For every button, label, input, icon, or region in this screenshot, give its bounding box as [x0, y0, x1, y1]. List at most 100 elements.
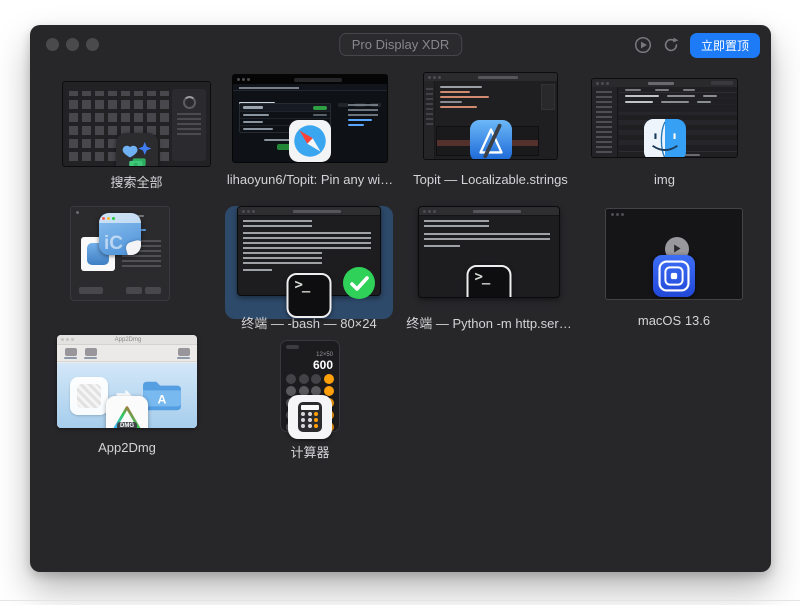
- editor-code-lines: [440, 86, 512, 108]
- url-bar: [294, 78, 342, 82]
- thumbnail-label: App2Dmg: [32, 440, 222, 455]
- terminal-window-preview: >_: [418, 206, 560, 298]
- pin-button[interactable]: 立即置顶: [690, 33, 760, 58]
- bar: [625, 95, 659, 97]
- terminal-icon: >_: [287, 273, 332, 318]
- close-button[interactable]: [46, 38, 59, 51]
- bar: [243, 121, 263, 123]
- site-nav: [233, 84, 387, 91]
- display-selector[interactable]: Pro Display XDR: [339, 33, 463, 56]
- finder-window-preview: [591, 78, 738, 158]
- refresh-icon[interactable]: [662, 36, 681, 55]
- link-bar: [348, 119, 372, 121]
- safari-icon: [289, 120, 331, 163]
- spinner-icon: [183, 96, 196, 109]
- tool-icon: [65, 348, 77, 356]
- file-row: [619, 99, 737, 105]
- bar: [440, 106, 477, 108]
- bar: [667, 95, 695, 97]
- bar: [243, 128, 273, 130]
- icon-titlebar: [99, 213, 141, 223]
- mini-traffic-lights: [611, 213, 614, 216]
- selection-highlight: >_: [225, 206, 393, 319]
- mini-traffic-lights: [237, 78, 240, 81]
- window-thumbnail-finder[interactable]: img: [591, 78, 738, 158]
- bar: [440, 101, 462, 103]
- finder-sidebar: [592, 87, 618, 157]
- xcode-window-preview: [423, 72, 558, 160]
- thumbnail-label: 计算器: [223, 442, 397, 461]
- calc-result: 600: [313, 358, 333, 372]
- text-lines: [426, 85, 433, 125]
- titlebar-actions: 立即置顶: [634, 33, 760, 58]
- window-titlebar: [238, 207, 380, 216]
- mini-traffic-lights: [242, 210, 245, 213]
- link-bar: [348, 124, 364, 126]
- bar: [703, 95, 717, 97]
- search-app-icon: [116, 133, 158, 167]
- window-titlebar: [419, 207, 559, 216]
- bar: [440, 91, 470, 93]
- thumbnail-label: img: [566, 172, 763, 187]
- window-titlebar: App2Dmg: [57, 335, 197, 345]
- red-dot: [102, 217, 105, 220]
- minimize-button[interactable]: [66, 38, 79, 51]
- browser-window-preview: [232, 74, 388, 163]
- nav-links: [239, 86, 299, 89]
- installer-icon: [653, 255, 695, 297]
- window-thumbnail-dialog[interactable]: iC: [70, 206, 170, 301]
- dialog-buttons: [79, 287, 161, 294]
- window-title-bar: [473, 210, 521, 213]
- tool-label-bar: [64, 357, 77, 359]
- calculator-icon-display: [301, 405, 319, 410]
- zoom-button[interactable]: [86, 38, 99, 51]
- bar: [440, 86, 482, 88]
- green-dot: [112, 217, 115, 220]
- window-thumbnail-search-all[interactable]: 搜索全部: [62, 81, 211, 167]
- bar: [655, 89, 669, 91]
- tool-label-bar: [177, 357, 190, 359]
- window-thumbnail-calculator[interactable]: 12×50 600 计算器: [248, 340, 372, 432]
- calculator-icon-keys: [301, 412, 319, 428]
- text-lines: [243, 252, 322, 264]
- window-title-bar: [478, 76, 518, 79]
- page-divider: [0, 600, 800, 601]
- player-window-preview: [605, 208, 743, 300]
- window-thumbnail-xcode[interactable]: Topit — Localizable.strings: [423, 72, 558, 160]
- bar: [440, 96, 489, 98]
- window-app-icon: iC: [99, 213, 141, 255]
- terminal-icon: >_: [467, 265, 512, 298]
- text-lines: [243, 220, 312, 227]
- thumbnail-label: 终端 — Python -m http.ser…: [393, 313, 585, 332]
- mini-traffic-lights: [61, 338, 64, 341]
- text-lines: [424, 243, 460, 247]
- window-thumbnail-terminal-python[interactable]: >_ 终端 — Python -m http.ser…: [418, 206, 560, 298]
- bar: [625, 101, 653, 103]
- window-title-bar: [293, 210, 341, 213]
- window-thumbnail-app2dmg[interactable]: App2Dmg: [57, 335, 197, 428]
- left-button: [79, 287, 103, 294]
- xcode-icon: [470, 120, 512, 160]
- bar: [683, 89, 695, 91]
- icon-grid-window-preview: [62, 81, 211, 167]
- app-dropzone: [70, 377, 108, 415]
- navigator-sidebar: [424, 81, 435, 159]
- mini-traffic-lights: [596, 82, 599, 85]
- calculator-icon: [288, 395, 332, 439]
- terminal-output: [419, 216, 559, 251]
- window-title: App2Dmg: [76, 335, 180, 345]
- window-thumbnail-terminal-bash[interactable]: >_ 终端 — -bash — 80×24: [225, 197, 393, 319]
- bar: [243, 114, 269, 116]
- thumbnail-label: Topit — Localizable.strings: [398, 172, 583, 187]
- thumbnail-label: macOS 13.6: [580, 313, 768, 328]
- text-lines: [424, 220, 489, 227]
- window-thumbnail-safari[interactable]: lihaoyun6/Topit: Pin any wi…: [232, 74, 388, 163]
- terminal-prompt-glyph: >_: [295, 277, 310, 293]
- text-lines: [424, 230, 550, 240]
- play-circle-icon[interactable]: [634, 36, 653, 55]
- window-titlebar: [424, 73, 557, 81]
- window-thumbnail-macos-installer[interactable]: macOS 13.6: [605, 208, 743, 300]
- svg-text:A: A: [158, 392, 167, 406]
- window-title-bar: [648, 82, 674, 85]
- text-lines: [177, 113, 201, 135]
